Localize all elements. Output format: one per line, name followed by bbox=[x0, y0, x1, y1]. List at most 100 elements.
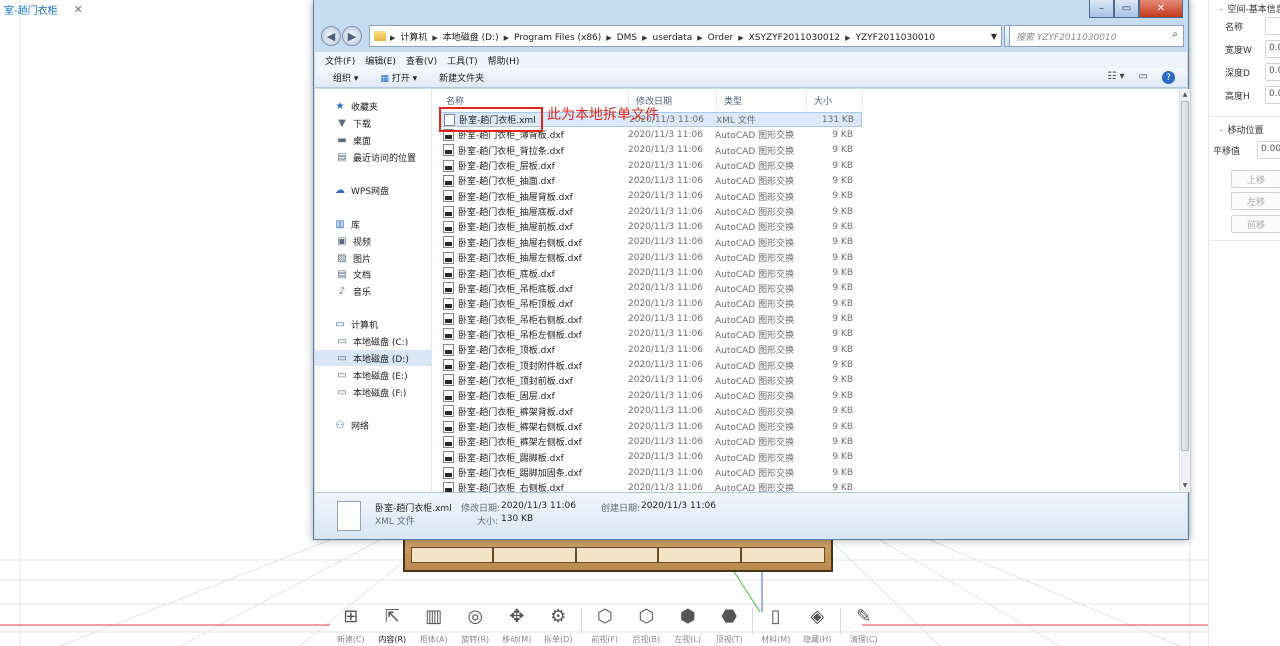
file-row[interactable]: 卧室-趟门衣柜_抽屉背板.dxf 2020/11/3 11:06 AutoCAD 图… bbox=[440, 189, 862, 204]
document-tab[interactable]: 室-趟门衣柜 ✕ bbox=[0, 0, 87, 18]
nav-item[interactable]: ▭ 本地磁盘 (E:) bbox=[315, 367, 431, 383]
nav-item[interactable]: ▨ 图片 bbox=[315, 250, 431, 266]
wardrobe-model[interactable] bbox=[403, 538, 833, 572]
nav-item[interactable]: ★ 收藏夹 bbox=[315, 98, 431, 114]
file-row[interactable]: 卧室-趟门衣柜_裤架背板.dxf 2020/11/3 11:06 AutoCAD 图… bbox=[440, 404, 862, 419]
view-options-icon[interactable]: ☷ ▾ bbox=[1107, 71, 1124, 84]
scroll-thumb[interactable] bbox=[1181, 101, 1189, 451]
file-row[interactable]: 卧室-趟门衣柜_裤架右侧板.dxf 2020/11/3 11:06 AutoCAD … bbox=[440, 419, 862, 434]
search-icon[interactable]: ⌕ bbox=[1172, 29, 1178, 40]
collapse-caret-icon[interactable]: – bbox=[1219, 5, 1224, 15]
nav-item[interactable]: ▤ 最近访问的位置 bbox=[315, 149, 431, 165]
scroll-down-icon[interactable]: ▼ bbox=[1180, 481, 1190, 491]
close-icon[interactable]: ✕ bbox=[74, 3, 83, 16]
dropdown-arrow-icon[interactable]: ▼ bbox=[991, 32, 997, 41]
scroll-up-icon[interactable]: ▲ bbox=[1180, 90, 1190, 100]
file-row[interactable]: 卧室-趟门衣柜_抽屉底板.dxf 2020/11/3 11:06 AutoCAD 图… bbox=[440, 204, 862, 219]
file-row[interactable]: 卧室-趟门衣柜_顶封附件板.dxf 2020/11/3 11:06 AutoCAD … bbox=[440, 358, 862, 373]
move-left-button[interactable]: 左移 bbox=[1231, 192, 1280, 210]
toolbar-tool-8[interactable]: ⬢ 左视(L) bbox=[667, 606, 709, 646]
nav-item[interactable]: ▬ 桌面 bbox=[315, 132, 431, 148]
file-row[interactable]: 卧室-趟门衣柜_踢脚板.dxf 2020/11/3 11:06 AutoCAD 图形… bbox=[440, 450, 862, 465]
menu-view[interactable]: 查看(V) bbox=[406, 54, 437, 67]
open-button[interactable]: ▦ 打开 ▾ bbox=[380, 71, 417, 84]
toolbar-tool-11[interactable]: ◈ 隐藏(H) bbox=[797, 606, 839, 646]
nav-item[interactable]: ▭ 本地磁盘 (C:) bbox=[315, 333, 431, 349]
file-row[interactable]: 卧室-趟门衣柜_背拉条.dxf 2020/11/3 11:06 AutoCAD 图形… bbox=[440, 143, 862, 158]
nav-item[interactable]: ▣ 视频 bbox=[315, 233, 431, 249]
toolbar-tool-3[interactable]: ◎ 旋转(R) bbox=[455, 606, 497, 646]
file-row[interactable]: 卧室-趟门衣柜_抽屉右侧板.dxf 2020/11/3 11:06 AutoCAD … bbox=[440, 235, 862, 250]
nav-item[interactable]: ▤ 文档 bbox=[315, 266, 431, 282]
nav-item[interactable]: ♪ 音乐 bbox=[315, 283, 431, 299]
vertical-scrollbar[interactable]: ▲ ▼ bbox=[1179, 89, 1190, 492]
nav-item[interactable]: ▭ 本地磁盘 (D:) bbox=[315, 350, 431, 366]
toolbar-tool-4[interactable]: ✥ 移动(M) bbox=[496, 606, 538, 646]
breadcrumb-separator-icon[interactable]: ▶ bbox=[738, 34, 743, 42]
help-icon[interactable]: ? bbox=[1162, 71, 1175, 84]
nav-item[interactable]: ⚇ 网络 bbox=[315, 417, 431, 433]
organize-button[interactable]: 组织 ▾ bbox=[333, 71, 358, 84]
toolbar-tool-5[interactable]: ⚙ 拆单(D) bbox=[538, 606, 580, 646]
file-row[interactable]: 卧室-趟门衣柜_右侧板.dxf 2020/11/3 11:06 AutoCAD 图形… bbox=[440, 480, 862, 492]
preview-pane-icon[interactable]: ▭ bbox=[1139, 71, 1148, 84]
toolbar-tool-0[interactable]: ⊞ 新建(C) bbox=[330, 606, 372, 646]
close-window-button[interactable]: ✕ bbox=[1139, 0, 1183, 18]
toolbar-tool-6[interactable]: ⬡ 前视(F) bbox=[584, 606, 626, 646]
toolbar-tool-1[interactable]: ⇱ 内容(R) bbox=[372, 606, 414, 646]
breadcrumb-separator-icon[interactable]: ▶ bbox=[642, 34, 647, 42]
menu-tools[interactable]: 工具(T) bbox=[447, 54, 478, 67]
forward-button[interactable]: ▶ bbox=[342, 26, 362, 46]
breadcrumb-separator-icon[interactable]: ▶ bbox=[504, 34, 509, 42]
file-row[interactable]: 卧室-趟门衣柜_薄背板.dxf 2020/11/3 11:06 AutoCAD 图形… bbox=[440, 127, 862, 142]
toolbar-tool-10[interactable]: ▯ 材料(M) bbox=[755, 606, 797, 646]
toolbar-tool-7[interactable]: ⬡ 后视(B) bbox=[626, 606, 668, 646]
file-row[interactable]: 卧室-趟门衣柜_抽屉前板.dxf 2020/11/3 11:06 AutoCAD 图… bbox=[440, 219, 862, 234]
file-row[interactable]: 卧室-趟门衣柜_底板.dxf 2020/11/3 11:06 AutoCAD 图形交… bbox=[440, 266, 862, 281]
breadcrumb-item[interactable]: Program Files (x86) bbox=[514, 33, 601, 43]
section-move-position[interactable]: – 移动位置 bbox=[1219, 123, 1264, 136]
breadcrumb-item[interactable]: DMS bbox=[617, 33, 637, 43]
search-input[interactable]: 搜索 YZYF2011030010 ⌕ bbox=[1009, 25, 1184, 47]
file-row[interactable]: 卧室-趟门衣柜_顶封前板.dxf 2020/11/3 11:06 AutoCAD 图… bbox=[440, 373, 862, 388]
new-folder-button[interactable]: 新建文件夹 bbox=[439, 71, 484, 84]
column-type[interactable]: 类型 bbox=[724, 94, 742, 107]
minimize-button[interactable]: – bbox=[1089, 0, 1114, 18]
breadcrumb-separator-icon[interactable]: ▶ bbox=[606, 34, 611, 42]
breadcrumb-item[interactable]: YZYF2011030010 bbox=[855, 33, 935, 43]
toolbar-tool-2[interactable]: ▥ 柜体(A) bbox=[413, 606, 455, 646]
nav-item[interactable]: ▥ 库 bbox=[315, 216, 431, 232]
nav-item[interactable]: ▼ 下载 bbox=[315, 115, 431, 131]
file-row[interactable]: 卧室-趟门衣柜_裤架左侧板.dxf 2020/11/3 11:06 AutoCAD … bbox=[440, 434, 862, 449]
nav-item[interactable]: ▭ 本地磁盘 (F:) bbox=[315, 384, 431, 400]
breadcrumb-item[interactable]: XSYZYF2011030012 bbox=[749, 33, 840, 43]
menu-file[interactable]: 文件(F) bbox=[325, 54, 355, 67]
height-input[interactable]: 0.0 bbox=[1265, 86, 1280, 104]
file-row[interactable]: 卧室-趟门衣柜_层板.dxf 2020/11/3 11:06 AutoCAD 图形交… bbox=[440, 158, 862, 173]
file-row[interactable]: 卧室-趟门衣柜_抽面.dxf 2020/11/3 11:06 AutoCAD 图形交… bbox=[440, 173, 862, 188]
breadcrumb-separator-icon[interactable]: ▶ bbox=[697, 34, 702, 42]
move-forward-button[interactable]: 前移 bbox=[1231, 215, 1280, 233]
breadcrumb-item[interactable]: 本地磁盘 (D:) bbox=[443, 33, 499, 43]
breadcrumb-item[interactable]: 计算机 bbox=[400, 33, 427, 43]
offset-input[interactable]: 0.00 bbox=[1257, 141, 1280, 159]
menu-help[interactable]: 帮助(H) bbox=[488, 54, 520, 67]
depth-input[interactable]: 0.0 bbox=[1265, 63, 1280, 81]
width-input[interactable]: 0.0 bbox=[1265, 40, 1280, 58]
file-row[interactable]: 卧室-趟门衣柜_吊柜右侧板.dxf 2020/11/3 11:06 AutoCAD … bbox=[440, 312, 862, 327]
file-row[interactable]: 卧室-趟门衣柜_踢脚加固条.dxf 2020/11/3 11:06 AutoCAD … bbox=[440, 465, 862, 480]
file-row[interactable]: 卧室-趟门衣柜_固层.dxf 2020/11/3 11:06 AutoCAD 图形交… bbox=[440, 388, 862, 403]
breadcrumb-item[interactable]: userdata bbox=[653, 33, 693, 43]
collapse-caret-icon[interactable]: – bbox=[1219, 126, 1224, 136]
maximize-button[interactable]: ▭ bbox=[1114, 0, 1139, 18]
name-input[interactable] bbox=[1265, 17, 1280, 35]
address-bar[interactable]: ▶ 计算机 ▶ 本地磁盘 (D:) ▶ Program Files (x86) ▶ DMS ▶ u… bbox=[369, 25, 1002, 47]
toolbar-tool-12[interactable]: ✎ 清理(C) bbox=[843, 606, 885, 646]
breadcrumb-separator-icon[interactable]: ▶ bbox=[432, 34, 437, 42]
breadcrumb-separator-icon[interactable]: ▶ bbox=[390, 34, 395, 42]
nav-item[interactable]: ▭ 计算机 bbox=[315, 316, 431, 332]
file-row[interactable]: 卧室-趟门衣柜_顶板.dxf 2020/11/3 11:06 AutoCAD 图形交… bbox=[440, 342, 862, 357]
file-row[interactable]: 卧室-趟门衣柜_抽屉左侧板.dxf 2020/11/3 11:06 AutoCAD … bbox=[440, 250, 862, 265]
file-row[interactable]: 卧室-趟门衣柜_吊柜底板.dxf 2020/11/3 11:06 AutoCAD 图… bbox=[440, 281, 862, 296]
menu-edit[interactable]: 编辑(E) bbox=[365, 54, 396, 67]
